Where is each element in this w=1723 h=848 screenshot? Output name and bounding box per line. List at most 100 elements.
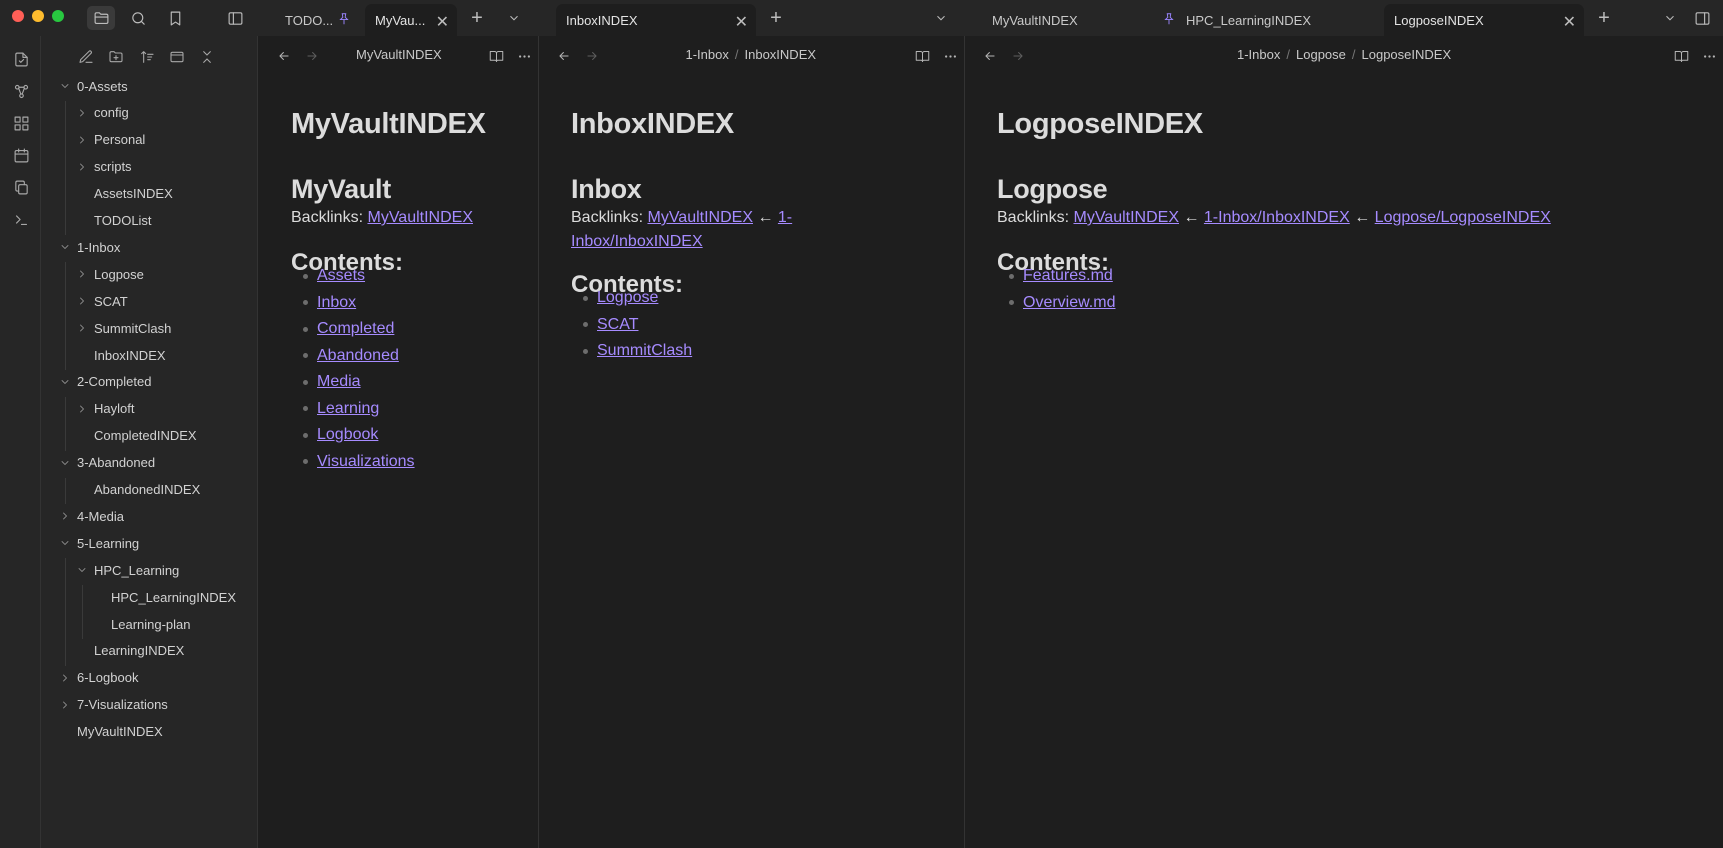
- breadcrumb-item[interactable]: InboxINDEX: [745, 47, 817, 62]
- contents-link[interactable]: Inbox: [317, 294, 356, 312]
- forward-arrow-icon[interactable]: [582, 46, 602, 66]
- breadcrumb-item[interactable]: MyVaultINDEX: [356, 47, 442, 62]
- contents-link[interactable]: Completed: [317, 320, 394, 338]
- contents-link[interactable]: Logpose: [597, 289, 658, 307]
- search-icon[interactable]: [124, 6, 152, 30]
- pin-icon[interactable]: [1162, 12, 1176, 29]
- tree-file[interactable]: AssetsINDEX: [94, 182, 173, 206]
- tree-folder[interactable]: scripts: [80, 155, 132, 179]
- tree-folder[interactable]: 4-Media: [63, 504, 124, 528]
- tree-folder[interactable]: 1-Inbox: [61, 235, 120, 259]
- tree-folder[interactable]: 3-Abandoned: [61, 451, 155, 475]
- tab-logposeindex[interactable]: LogposeINDEX ✕: [1384, 4, 1584, 36]
- tab-hpc-learningindex[interactable]: HPC_LearningINDEX: [1152, 4, 1382, 36]
- new-tab-button[interactable]: +: [764, 6, 788, 30]
- back-arrow-icon[interactable]: [980, 46, 1000, 66]
- tree-folder[interactable]: Personal: [80, 128, 145, 152]
- reading-view-icon[interactable]: [912, 46, 932, 66]
- tree-folder[interactable]: config: [80, 101, 129, 125]
- chevron-right-icon[interactable]: [76, 322, 88, 334]
- contents-link[interactable]: SummitClash: [597, 342, 692, 360]
- tree-folder[interactable]: 0-Assets: [61, 74, 128, 98]
- tree-folder[interactable]: 5-Learning: [61, 531, 139, 555]
- tab-list-chevron-icon[interactable]: [1658, 6, 1682, 30]
- tree-file[interactable]: AbandonedINDEX: [94, 478, 200, 502]
- backlink[interactable]: Inbox/InboxINDEX: [571, 233, 703, 250]
- tree-folder[interactable]: Logpose: [80, 262, 144, 286]
- new-tab-button[interactable]: +: [1592, 6, 1616, 30]
- new-tab-button[interactable]: +: [465, 6, 489, 30]
- canvas-icon[interactable]: [8, 110, 34, 136]
- contents-link[interactable]: Assets: [317, 267, 365, 285]
- chevron-right-icon[interactable]: [59, 672, 71, 684]
- chevron-down-icon[interactable]: [59, 457, 71, 469]
- tab-list-chevron-icon[interactable]: [502, 6, 526, 30]
- files-icon[interactable]: [87, 6, 115, 30]
- contents-link[interactable]: Overview.md: [1023, 294, 1115, 312]
- graph-view-icon[interactable]: [8, 78, 34, 104]
- tab-myvaultindex-2[interactable]: MyVaultINDEX: [982, 4, 1152, 36]
- backlink[interactable]: MyVaultINDEX: [647, 209, 753, 226]
- more-options-icon[interactable]: [514, 46, 534, 66]
- tab-todolist[interactable]: TODO...: [275, 4, 369, 36]
- tree-file[interactable]: LearningINDEX: [94, 639, 184, 663]
- auto-reveal-icon[interactable]: [165, 45, 189, 69]
- tree-file[interactable]: Learning-plan: [111, 612, 191, 636]
- breadcrumb-item[interactable]: LogposeINDEX: [1362, 47, 1452, 62]
- tree-file[interactable]: HPC_LearningINDEX: [111, 585, 236, 609]
- chevron-down-icon[interactable]: [59, 241, 71, 253]
- tree-file[interactable]: InboxINDEX: [94, 343, 166, 367]
- sidebar-toggle-icon[interactable]: [221, 6, 249, 30]
- backlink[interactable]: MyVaultINDEX: [367, 209, 473, 226]
- more-options-icon[interactable]: [940, 46, 960, 66]
- breadcrumb-item[interactable]: 1-Inbox: [1237, 47, 1280, 62]
- tree-file[interactable]: MyVaultINDEX: [77, 720, 163, 744]
- chevron-right-icon[interactable]: [76, 268, 88, 280]
- chevron-down-icon[interactable]: [59, 376, 71, 388]
- tree-folder[interactable]: SummitClash: [80, 316, 171, 340]
- chevron-right-icon[interactable]: [59, 510, 71, 522]
- contents-link[interactable]: Visualizations: [317, 453, 415, 471]
- new-note-icon[interactable]: [74, 45, 98, 69]
- sort-icon[interactable]: [135, 45, 159, 69]
- contents-link[interactable]: Abandoned: [317, 347, 399, 365]
- breadcrumb-item[interactable]: Logpose: [1296, 47, 1346, 62]
- chevron-down-icon[interactable]: [76, 564, 88, 576]
- tab-myvaultindex[interactable]: MyVau... ✕: [365, 4, 457, 36]
- bookmark-icon[interactable]: [161, 6, 189, 30]
- close-tab-icon[interactable]: ✕: [436, 12, 449, 32]
- chevron-down-icon[interactable]: [59, 80, 71, 92]
- tree-folder[interactable]: HPC_Learning: [78, 558, 179, 582]
- command-palette-icon[interactable]: [8, 206, 34, 232]
- close-tab-icon[interactable]: ✕: [1563, 12, 1576, 32]
- right-sidebar-toggle-icon[interactable]: [1688, 6, 1716, 30]
- tree-folder[interactable]: 7-Visualizations: [63, 693, 168, 717]
- backlink[interactable]: Logpose/LogposeINDEX: [1375, 209, 1551, 226]
- forward-arrow-icon[interactable]: [1008, 46, 1028, 66]
- back-arrow-icon[interactable]: [554, 46, 574, 66]
- backlink[interactable]: 1-Inbox/InboxINDEX: [1204, 209, 1350, 226]
- reading-view-icon[interactable]: [486, 46, 506, 66]
- tree-folder[interactable]: SCAT: [80, 289, 128, 313]
- back-arrow-icon[interactable]: [274, 46, 294, 66]
- contents-link[interactable]: Learning: [317, 400, 379, 418]
- backlink[interactable]: MyVaultINDEX: [1073, 209, 1179, 226]
- tree-file[interactable]: TODOList: [94, 209, 152, 233]
- zoom-window-button[interactable]: [52, 10, 64, 22]
- open-quick-switcher-icon[interactable]: [8, 46, 34, 72]
- close-tab-icon[interactable]: ✕: [735, 12, 748, 32]
- chevron-down-icon[interactable]: [59, 537, 71, 549]
- pin-icon[interactable]: [337, 12, 351, 29]
- contents-link[interactable]: Logbook: [317, 426, 378, 444]
- contents-link[interactable]: Features.md: [1023, 267, 1113, 285]
- new-folder-icon[interactable]: [104, 45, 128, 69]
- backlink[interactable]: 1-: [778, 209, 792, 226]
- chevron-right-icon[interactable]: [76, 107, 88, 119]
- forward-arrow-icon[interactable]: [302, 46, 322, 66]
- contents-link[interactable]: SCAT: [597, 316, 638, 334]
- tree-file[interactable]: CompletedINDEX: [94, 424, 197, 448]
- chevron-right-icon[interactable]: [76, 134, 88, 146]
- reading-view-icon[interactable]: [1671, 46, 1691, 66]
- minimize-window-button[interactable]: [32, 10, 44, 22]
- tab-inboxindex[interactable]: InboxINDEX ✕: [556, 4, 756, 36]
